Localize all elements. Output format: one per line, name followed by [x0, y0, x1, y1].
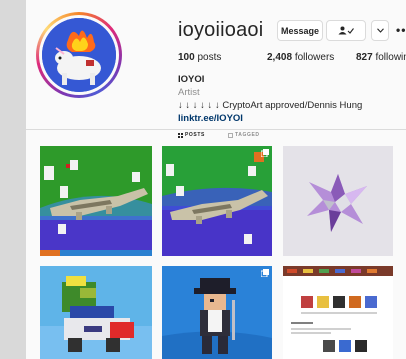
- followers-count[interactable]: 2,408 followers: [267, 52, 334, 63]
- post-voxel-crocodile-green[interactable]: [40, 146, 152, 256]
- post-voxel-turtle-truck[interactable]: [40, 266, 152, 359]
- profile-bio: ↓ ↓ ↓ ↓ ↓ ↓ CryptoArt approved/Dennis Hu…: [178, 100, 363, 111]
- post-marketplace-screenshot[interactable]: [283, 266, 393, 359]
- options-icon[interactable]: •••: [396, 23, 406, 37]
- posts-count: 100 posts: [178, 52, 222, 63]
- multiple-images-icon: [261, 269, 269, 277]
- person-check-icon: [338, 26, 354, 35]
- profile-link[interactable]: linktr.ee/IOYOI: [178, 113, 243, 124]
- voxel-turtle-truck-image: [40, 266, 152, 359]
- profile-page: ioyoiioaoi Message ••• 100 posts 2,408 f…: [26, 0, 406, 359]
- profile-username: ioyoiioaoi: [178, 19, 264, 41]
- grid-icon: [178, 132, 183, 138]
- post-crystal-star[interactable]: [283, 146, 393, 256]
- voxel-crocodile-image: [40, 146, 152, 256]
- message-button[interactable]: Message: [277, 20, 323, 41]
- flaming-unicorn-image: [42, 18, 116, 92]
- pirate-figure-image: [162, 266, 272, 359]
- chevron-down-icon: [376, 28, 384, 33]
- profile-category: Artist: [178, 87, 200, 98]
- tab-tagged[interactable]: TAGGED: [228, 132, 260, 138]
- profile-avatar-ring[interactable]: [36, 12, 122, 98]
- crystal-star-image: [283, 146, 393, 256]
- tag-icon: [228, 132, 233, 138]
- post-pirate-figure[interactable]: [162, 266, 272, 359]
- voxel-crocodile-image: [162, 146, 272, 256]
- post-voxel-crocodile-blue[interactable]: [162, 146, 272, 256]
- profile-name: IOYOI: [178, 74, 205, 85]
- avatar: [42, 18, 116, 92]
- multiple-images-icon: [261, 149, 269, 157]
- following-button[interactable]: [326, 20, 366, 41]
- marketplace-screenshot-image: [283, 266, 393, 359]
- suggested-accounts-button[interactable]: [371, 20, 389, 41]
- tabs-divider: [26, 129, 406, 130]
- following-count[interactable]: 827 following: [356, 52, 406, 63]
- tab-posts[interactable]: POSTS: [178, 132, 205, 138]
